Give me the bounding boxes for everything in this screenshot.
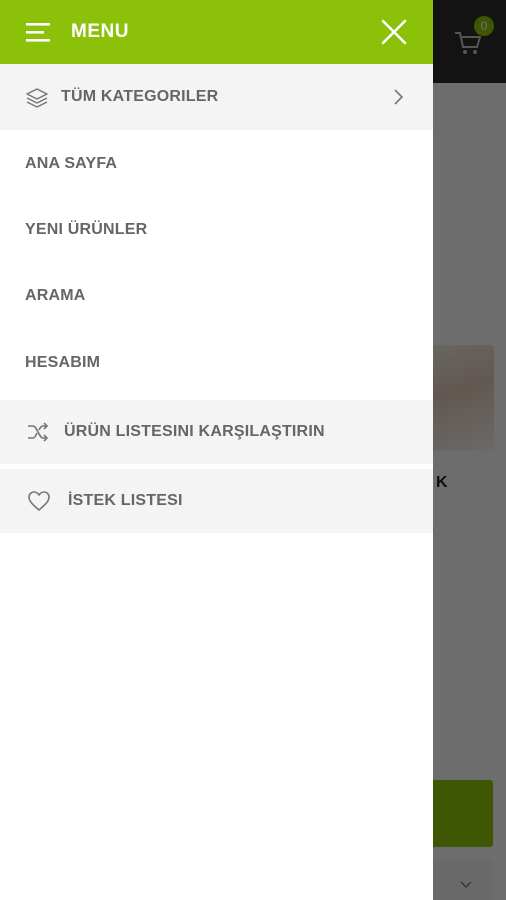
menu-item-my-account[interactable]: HESABIM (0, 329, 433, 396)
drawer-title: MENU (71, 21, 129, 42)
menu-item-label: TÜM KATEGORILER (61, 88, 219, 105)
menu-item-home[interactable]: ANA SAYFA (0, 130, 433, 197)
shuffle-icon (28, 422, 49, 442)
heart-icon (28, 491, 50, 511)
menu-item-label: HESABIM (25, 353, 101, 371)
menu-item-label: İSTEK LISTESI (68, 492, 183, 509)
menu-item-compare-products[interactable]: ÜRÜN LISTESINI KARŞILAŞTIRIN (0, 400, 433, 464)
menu-item-label: ARAMA (25, 287, 86, 304)
layers-icon (26, 88, 48, 108)
menu-item-label: YENI ÜRÜNLER (25, 221, 148, 238)
menu-item-search[interactable]: ARAMA (0, 263, 433, 329)
close-icon[interactable] (378, 16, 410, 48)
menu-item-label: ANA SAYFA (25, 154, 118, 172)
menu-item-new-products[interactable]: YENI ÜRÜNLER (0, 197, 433, 263)
side-drawer: MENU TÜM KATEGORILER ANA SAYFA YENI ÜRÜN… (0, 0, 433, 900)
hamburger-icon (26, 23, 50, 42)
drawer-header: MENU (0, 0, 433, 64)
menu-item-all-categories[interactable]: TÜM KATEGORILER (0, 64, 433, 130)
chevron-right-icon (394, 89, 404, 105)
menu-item-wishlist[interactable]: İSTEK LISTESI (0, 469, 433, 533)
menu-item-label: ÜRÜN LISTESINI KARŞILAŞTIRIN (64, 423, 325, 440)
